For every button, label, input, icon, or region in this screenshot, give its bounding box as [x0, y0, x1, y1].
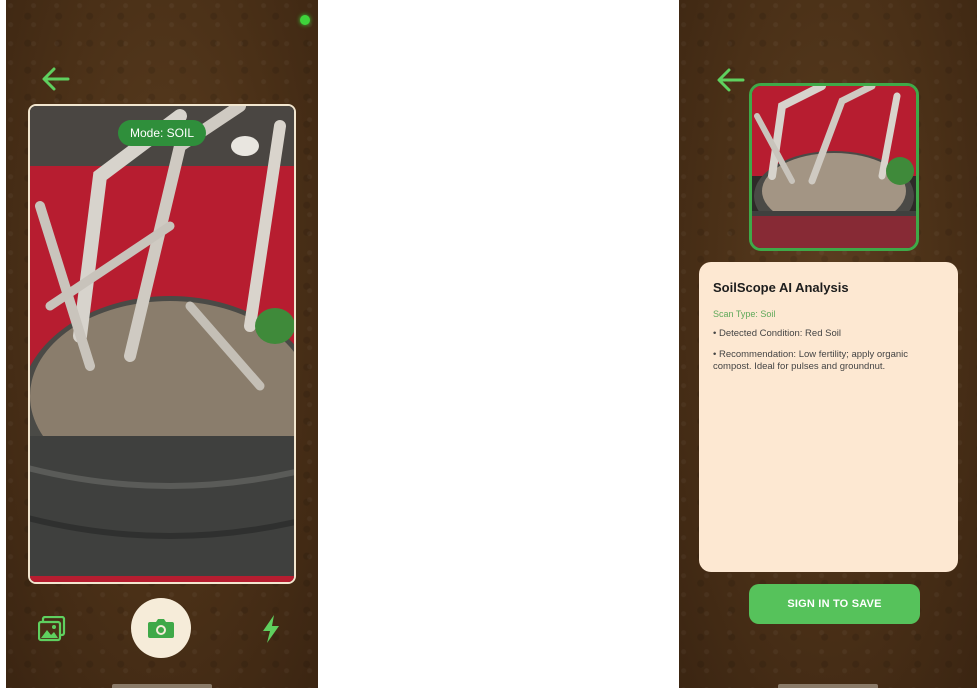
- camera-preview-image: [30, 106, 294, 582]
- captured-image-thumbnail: [749, 83, 919, 251]
- analysis-screen: SoilScope AI Analysis Scan Type: Soil • …: [679, 0, 977, 688]
- analysis-title: SoilScope AI Analysis: [713, 280, 849, 295]
- home-indicator: [112, 684, 212, 688]
- gallery-icon[interactable]: [37, 615, 66, 642]
- detected-condition: • Detected Condition: Red Soil: [713, 328, 841, 339]
- scan-mode-badge: Mode: SOIL: [117, 120, 207, 146]
- home-indicator: [778, 684, 878, 688]
- recommendation: • Recommendation: Low fertility; apply o…: [713, 349, 909, 372]
- sign-in-to-save-button[interactable]: SIGN IN TO SAVE: [749, 584, 920, 624]
- camera-icon: [148, 619, 174, 638]
- back-arrow-icon[interactable]: [40, 66, 70, 92]
- scan-type-label: Scan Type: Soil: [713, 309, 776, 319]
- camera-screen: Mode: SOIL: [6, 0, 318, 688]
- capture-button[interactable]: [131, 598, 191, 658]
- status-dot-icon: [300, 15, 310, 25]
- analysis-result-card: SoilScope AI Analysis Scan Type: Soil • …: [699, 262, 958, 572]
- captured-soil-image: [752, 86, 916, 248]
- flash-icon[interactable]: [260, 614, 282, 644]
- camera-viewfinder[interactable]: Mode: SOIL: [28, 104, 296, 584]
- back-arrow-icon[interactable]: [715, 67, 745, 93]
